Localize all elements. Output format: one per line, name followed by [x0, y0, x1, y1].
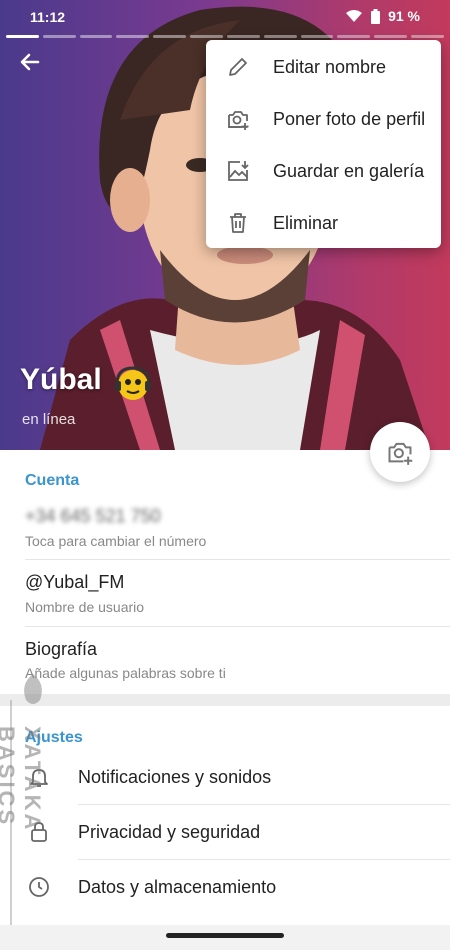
settings-item-privacy[interactable]: Privacidad y seguridad: [0, 805, 450, 859]
photo-progress-bar: [116, 35, 150, 38]
divider: [25, 626, 450, 627]
username-hint: Nombre de usuario: [25, 599, 145, 615]
photo-progress-bar: [300, 35, 334, 38]
settings-item-data[interactable]: Datos y almacenamiento: [0, 860, 450, 914]
wifi-icon: [346, 10, 363, 22]
emoji-status-icon[interactable]: [113, 364, 153, 404]
photo-progress-bar: [263, 35, 297, 38]
section-separator: [0, 694, 450, 706]
phone-hint: Toca para cambiar el número: [25, 533, 207, 549]
username-value: @Yubal_FM: [25, 572, 125, 592]
photo-progress-bar: [79, 35, 113, 38]
battery-level: 91 %: [388, 8, 420, 24]
watermark-text: XATAKA BASICS: [0, 726, 45, 832]
status-indicators: 91 %: [345, 8, 420, 24]
photo-progress-bar: [337, 35, 371, 38]
bio-hint: Añade algunas palabras sobre ti: [25, 665, 226, 681]
photo-progress-bar: [190, 35, 223, 38]
back-arrow-icon[interactable]: [16, 48, 44, 76]
photo-progress-bar: [374, 35, 408, 38]
home-gesture-handle[interactable]: [166, 933, 284, 938]
photo-progress-bar: [42, 35, 76, 38]
settings-item-label: Privacidad y seguridad: [78, 822, 261, 842]
watermark-logo-icon: [24, 674, 42, 704]
battery-icon: [371, 8, 381, 24]
menu-item-label: Editar nombre: [273, 56, 387, 77]
photo-progress-bars: [6, 35, 444, 38]
image-download-icon: [228, 161, 249, 181]
set-photo-button[interactable]: [370, 422, 430, 482]
settings-item-notifications[interactable]: Notificaciones y sonidos: [0, 750, 450, 804]
status-time: 11:12: [30, 9, 66, 25]
photo-progress-bar: [226, 35, 260, 38]
menu-item-set-photo[interactable]: Poner foto de perfil: [206, 93, 441, 145]
pencil-icon: [229, 58, 247, 76]
photo-options-menu: Editar nombre Poner foto de perfil Guard…: [206, 40, 441, 248]
menu-item-save-gallery[interactable]: Guardar en galería: [206, 145, 441, 197]
photo-progress-bar: [411, 35, 444, 38]
phone-number: +34 645 521 750: [25, 506, 161, 526]
status-bar: 11:12 91 %: [0, 0, 450, 34]
camera-add-icon: [388, 442, 413, 465]
menu-item-label: Guardar en galería: [273, 160, 425, 181]
photo-progress-bar: [6, 35, 39, 38]
profile-name: Yúbal: [20, 363, 102, 396]
settings-item-label: Datos y almacenamiento: [78, 877, 277, 897]
account-section-header: Cuenta: [25, 472, 80, 489]
trash-icon: [230, 213, 246, 233]
photo-progress-bar: [153, 35, 187, 38]
menu-item-label: Poner foto de perfil: [273, 108, 426, 129]
menu-item-label: Eliminar: [273, 212, 339, 233]
menu-item-delete[interactable]: Eliminar: [206, 197, 441, 249]
online-status: en línea: [22, 411, 76, 428]
camera-add-icon: [228, 111, 249, 130]
bio-title: Biografía: [25, 639, 98, 659]
menu-item-edit-name[interactable]: Editar nombre: [206, 41, 441, 93]
divider: [25, 559, 450, 560]
settings-item-label: Notificaciones y sonidos: [78, 767, 272, 787]
